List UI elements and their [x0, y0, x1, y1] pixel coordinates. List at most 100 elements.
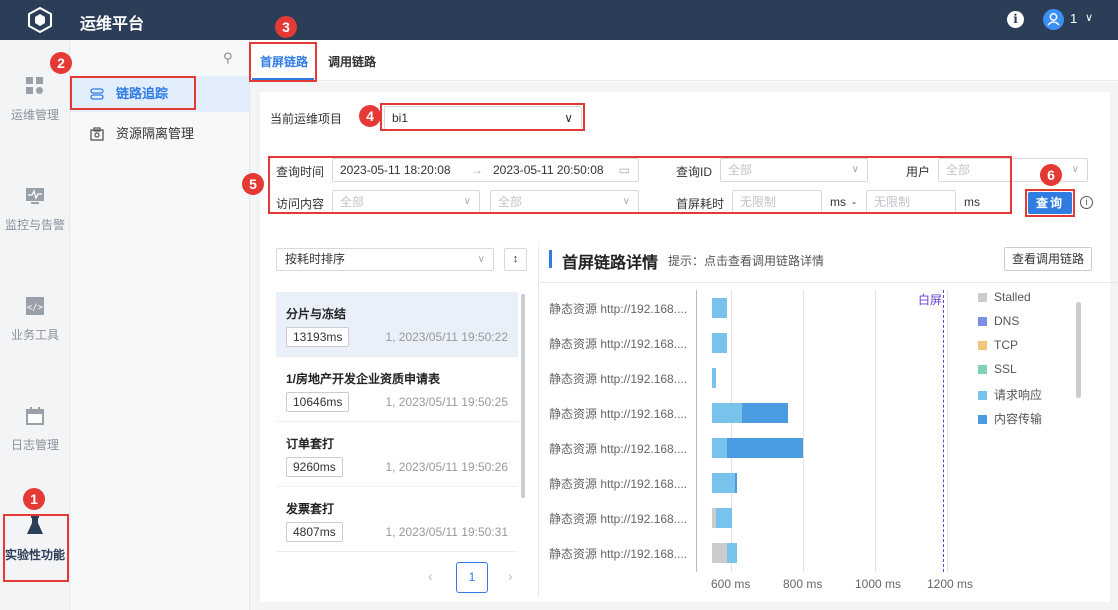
visit-label: 访问内容	[276, 197, 325, 211]
waterfall-bar[interactable]	[734, 473, 737, 493]
legend-item[interactable]: DNS	[978, 314, 1019, 328]
legend-item[interactable]: Stalled	[978, 290, 1031, 304]
separator	[540, 282, 1118, 283]
detail-hint: 提示：点击查看调用链路详情	[668, 254, 825, 268]
time-start: 2023-05-11 18:20:08	[340, 163, 451, 177]
visit-value-1: 全部	[340, 195, 365, 209]
prev-page-icon[interactable]: ‹	[428, 568, 433, 584]
tab-bar: 首屏链路 调用链路	[250, 40, 1118, 81]
code-icon: </>	[26, 297, 44, 315]
sort-order-icon[interactable]: ↕	[504, 248, 527, 271]
unit-ms: ms	[964, 195, 980, 209]
resource-label[interactable]: 静态资源 http://192.168....	[549, 475, 687, 492]
rail-item-tools[interactable]: </> 业务工具	[0, 296, 70, 343]
view-call-chain-button[interactable]: 查看调用链路	[1004, 247, 1092, 271]
record-duration: 13193ms	[286, 327, 350, 347]
user-select[interactable]: 全部 ∨	[938, 158, 1088, 182]
resource-label[interactable]: 静态资源 http://192.168....	[549, 370, 687, 387]
user-avatar-icon[interactable]	[1043, 9, 1064, 30]
panel-divider	[538, 246, 539, 596]
grid-line	[875, 290, 876, 572]
legend-label: 内容传输	[994, 412, 1043, 426]
step-badge: 6	[1040, 164, 1062, 186]
list-item[interactable]: 订单套打 9260ms 1, 2023/05/11 19:50:26	[276, 422, 518, 487]
visit-select-1[interactable]: 全部 ∨	[332, 190, 480, 214]
sort-select[interactable]: 按耗时排序 ∨	[276, 248, 494, 271]
chevron-down-icon[interactable]: ∨	[1085, 11, 1093, 24]
fst-min-placeholder: 无限制	[740, 195, 777, 209]
step-badge: 5	[242, 173, 264, 195]
legend-item[interactable]: 请求响应	[978, 386, 1042, 403]
step-badge: 2	[50, 52, 72, 74]
resource-label[interactable]: 静态资源 http://192.168....	[549, 545, 687, 562]
waterfall-bar[interactable]	[712, 473, 735, 493]
waterfall-bar[interactable]	[741, 403, 788, 423]
grid-line	[731, 290, 732, 572]
time-range-picker[interactable]: 2023-05-11 18:20:08 → 2023-05-11 20:50:0…	[332, 158, 639, 182]
rail-label: 实验性功能	[4, 548, 65, 562]
waterfall-bar[interactable]	[727, 543, 738, 563]
user-label: 用户	[906, 165, 931, 179]
waterfall-bar[interactable]	[712, 438, 728, 458]
legend-swatch	[978, 293, 987, 302]
legend-label: Stalled	[994, 290, 1031, 304]
resource-label[interactable]: 静态资源 http://192.168....	[549, 510, 687, 527]
waterfall-bar[interactable]	[712, 298, 728, 318]
visit-value-2: 全部	[498, 195, 523, 209]
tab-first-screen[interactable]: 首屏链路	[260, 53, 308, 70]
resource-label[interactable]: 静态资源 http://192.168....	[549, 405, 687, 422]
page-number[interactable]: 1	[456, 562, 488, 593]
time-end: 2023-05-11 20:50:08	[493, 163, 604, 177]
top-bar: 运维平台 i 1 ∨	[0, 0, 1118, 40]
record-name: 分片与冻结	[286, 307, 347, 321]
chart-scrollbar[interactable]	[1076, 302, 1081, 398]
user-name[interactable]: 1	[1070, 11, 1077, 26]
waterfall-bar[interactable]	[727, 438, 803, 458]
waterfall-bar[interactable]	[712, 543, 728, 563]
resource-label[interactable]: 静态资源 http://192.168....	[549, 440, 687, 457]
app-title: 运维平台	[80, 16, 145, 33]
project-value: bi1	[392, 111, 409, 125]
legend-label: SSL	[994, 362, 1017, 376]
rail-label: 业务工具	[10, 328, 59, 342]
legend-label: DNS	[994, 314, 1020, 328]
list-item[interactable]: 1/房地产开发企业资质申请表 10646ms 1, 2023/05/11 19:…	[276, 357, 518, 422]
list-item[interactable]: 分片与冻结 13193ms 1, 2023/05/11 19:50:22	[276, 292, 518, 357]
id-select[interactable]: 全部 ∨	[720, 158, 868, 182]
user-value: 全部	[946, 163, 971, 177]
query-button[interactable]: 查询	[1028, 192, 1072, 214]
resource-label[interactable]: 静态资源 http://192.168....	[549, 335, 687, 352]
rail-item-monitor[interactable]: 监控与告警	[0, 186, 70, 233]
help-icon[interactable]: i	[1080, 196, 1093, 209]
range-dash: -	[852, 195, 856, 209]
white-screen-label: 白屏	[918, 293, 943, 307]
logo-icon	[28, 6, 52, 34]
tab-call-chain[interactable]: 调用链路	[328, 53, 376, 70]
resource-label[interactable]: 静态资源 http://192.168....	[549, 300, 687, 317]
fst-min-input[interactable]: 无限制	[732, 190, 822, 214]
submenu-label: 链路追踪	[116, 86, 169, 101]
list-scrollbar[interactable]	[521, 294, 525, 498]
rail-item-ops[interactable]: 运维管理	[0, 76, 70, 123]
legend-item[interactable]: SSL	[978, 362, 1017, 376]
project-select[interactable]: bi1 ∨	[384, 106, 582, 130]
pin-icon[interactable]: ⚲	[223, 50, 233, 66]
rail-item-experimental[interactable]: 实验性功能	[0, 516, 70, 563]
waterfall-bar[interactable]	[712, 333, 728, 353]
visit-select-2[interactable]: 全部 ∨	[490, 190, 639, 214]
next-page-icon[interactable]: ›	[508, 568, 513, 584]
waterfall-bar[interactable]	[712, 403, 742, 423]
submenu-item-isolation[interactable]: 资源隔离管理	[70, 116, 249, 152]
fst-max-input[interactable]: 无限制	[866, 190, 956, 214]
waterfall-bar[interactable]	[715, 508, 733, 528]
record-duration: 9260ms	[286, 457, 343, 477]
info-icon[interactable]: i	[1007, 11, 1024, 28]
submenu-item-trace[interactable]: 链路追踪	[70, 76, 249, 112]
record-time: 1, 2023/05/11 19:50:22	[385, 330, 508, 344]
record-duration: 10646ms	[286, 392, 350, 412]
legend-item[interactable]: TCP	[978, 338, 1018, 352]
list-item[interactable]: 发票套打 4807ms 1, 2023/05/11 19:50:31	[276, 487, 518, 552]
rail-item-logs[interactable]: 日志管理	[0, 406, 70, 453]
legend-item[interactable]: 内容传输	[978, 410, 1042, 427]
waterfall-bar[interactable]	[712, 368, 716, 388]
